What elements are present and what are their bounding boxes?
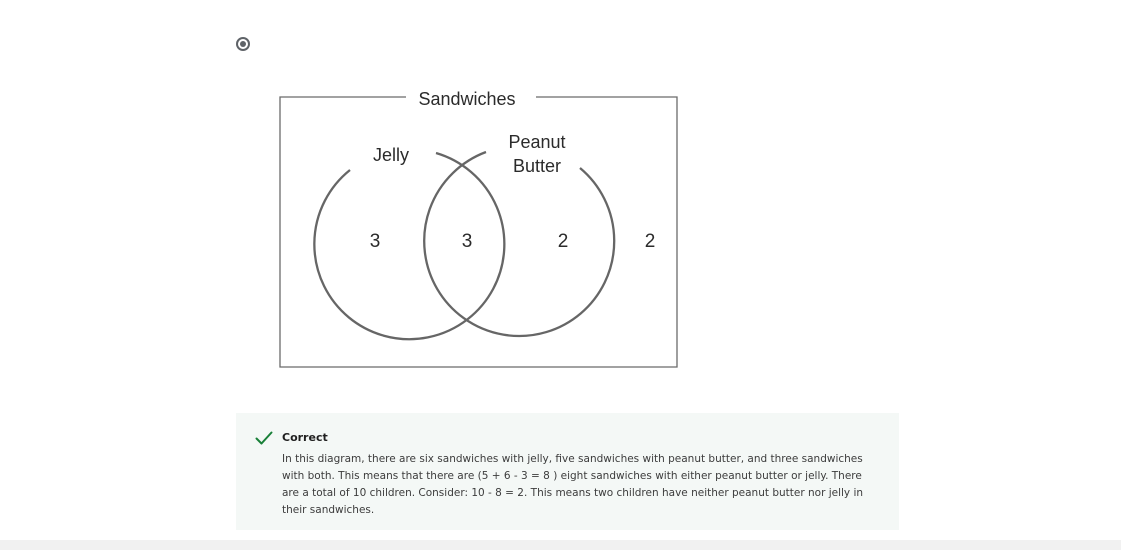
feedback-status: Correct: [282, 431, 328, 444]
peanut-butter-label-line2: Butter: [513, 156, 561, 176]
radio-selected-dot: [240, 41, 246, 47]
peanut-butter-label-line1: Peanut: [508, 132, 565, 152]
feedback-panel: Correct In this diagram, there are six s…: [236, 413, 899, 530]
jelly-label: Jelly: [373, 145, 409, 165]
diagram-title: Sandwiches: [418, 89, 515, 109]
feedback-explanation: In this diagram, there are six sandwiche…: [282, 453, 864, 516]
check-icon: [255, 431, 273, 445]
count-peanut-butter-only: 2: [558, 231, 569, 252]
count-both: 3: [462, 231, 473, 252]
peanut-butter-circle: [423, 150, 616, 338]
count-jelly-only: 3: [370, 231, 381, 252]
venn-diagram-image: Sandwiches Jelly Peanut Butter 3 3 2 2: [278, 84, 680, 370]
count-neither: 2: [645, 231, 656, 252]
bottom-bar: [0, 540, 1121, 550]
answer-radio-selected[interactable]: [236, 37, 250, 51]
jelly-circle: [313, 151, 506, 341]
